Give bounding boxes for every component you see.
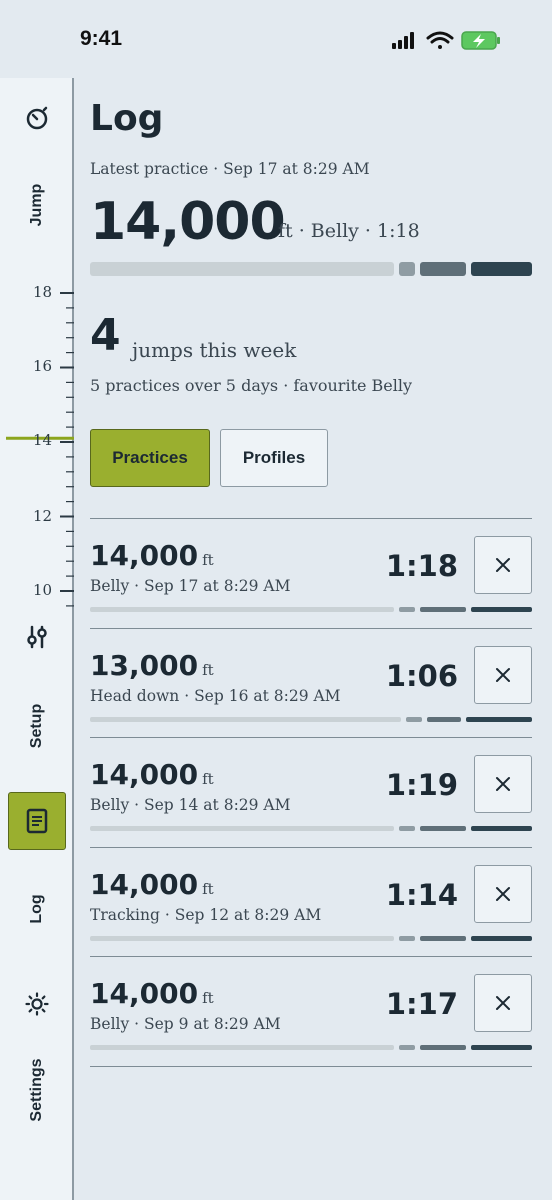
altitude-tick-label: 18 xyxy=(33,283,53,301)
phase-segment-canopy xyxy=(466,716,532,722)
altitude-tick-label: 16 xyxy=(33,357,53,375)
practice-phase-bar xyxy=(90,935,532,941)
practice-subtitle: Belly · Sep 9 at 8:29 AM xyxy=(90,1015,281,1033)
phase-segment-freefall xyxy=(420,607,466,612)
phase-segment-freefall xyxy=(427,716,461,722)
practice-altitude: 14,000 ft xyxy=(90,867,214,901)
practice-duration: 1:17 xyxy=(385,987,458,1021)
practice-row[interactable]: 14,000 ft Belly · Sep 17 at 8:29 AM 1:18 xyxy=(90,519,532,629)
phase-segment-exit xyxy=(399,1045,415,1050)
battery-charging-icon xyxy=(461,31,500,50)
practice-duration: 1:06 xyxy=(385,658,458,693)
tab-practices[interactable]: Practices xyxy=(90,429,210,487)
sidebar-item-log[interactable]: Log xyxy=(28,894,46,923)
practice-row[interactable]: 13,000 ft Head down · Sep 16 at 8:29 AM 1… xyxy=(90,629,532,738)
delete-practice-button[interactable] xyxy=(474,864,532,923)
practice-altitude: 14,000 ft xyxy=(90,758,214,791)
sidebar-item-jump[interactable]: Jump xyxy=(28,184,46,227)
practice-subtitle: Belly · Sep 17 at 8:29 AM xyxy=(90,577,291,595)
latest-practice-label: Latest practice · Sep 17 at 8:29 AM xyxy=(90,160,370,178)
close-icon xyxy=(496,667,510,682)
altitude-unit: ft xyxy=(202,770,214,788)
phase-segment-exit xyxy=(399,607,415,612)
phase-segment-freefall xyxy=(420,935,466,941)
practice-phase-bar xyxy=(90,716,532,722)
phase-segment-canopy xyxy=(471,607,532,612)
practice-subtitle: Head down · Sep 16 at 8:29 AM xyxy=(90,686,341,705)
phase-segment-canopy xyxy=(471,935,532,941)
altitude-unit: ft xyxy=(202,879,214,898)
practice-duration: 1:19 xyxy=(385,768,458,802)
sidebar-item-setup[interactable]: Setup xyxy=(28,704,46,748)
practice-row[interactable]: 14,000 ft Belly · Sep 9 at 8:29 AM 1:17 xyxy=(90,957,532,1067)
altitude-tick-label: 10 xyxy=(33,581,53,599)
delete-practice-button[interactable] xyxy=(474,974,532,1032)
latest-meta: ft · Belly · 1:18 xyxy=(278,220,420,242)
week-jump-count: 4 xyxy=(90,310,121,361)
practice-duration: 1:18 xyxy=(385,549,458,583)
practice-phase-bar xyxy=(90,1045,532,1050)
phase-segment-exit xyxy=(406,716,422,722)
wifi-icon xyxy=(426,31,454,49)
stopwatch-icon[interactable] xyxy=(22,103,52,133)
altitude-tick-label: 14 xyxy=(33,431,53,449)
practice-list: 14,000 ft Belly · Sep 17 at 8:29 AM 1:18 … xyxy=(90,518,532,1067)
practice-subtitle: Belly · Sep 14 at 8:29 AM xyxy=(90,796,291,814)
practice-phase-bar xyxy=(90,607,532,612)
close-icon xyxy=(496,777,510,791)
delete-practice-button[interactable] xyxy=(474,755,532,813)
altitude-unit: ft xyxy=(202,660,214,679)
document-icon xyxy=(26,808,48,834)
close-icon xyxy=(496,558,510,572)
phase-segment-exit xyxy=(399,826,415,831)
altitude-tick-label: 12 xyxy=(33,507,53,525)
practice-duration: 1:14 xyxy=(385,877,458,912)
phase-segment-canopy xyxy=(471,826,532,831)
phase-segment-climb xyxy=(90,262,394,276)
latest-altitude: 14,000 xyxy=(90,192,286,252)
phase-segment-exit xyxy=(399,262,415,276)
phase-segment-exit xyxy=(399,935,415,941)
close-icon xyxy=(496,996,510,1010)
sun-gear-icon[interactable] xyxy=(22,989,52,1019)
page-title: Log xyxy=(90,98,164,139)
sidebar-item-log-button[interactable] xyxy=(8,792,66,850)
status-icons xyxy=(392,31,500,50)
status-time: 9:41 xyxy=(80,27,123,50)
practice-row[interactable]: 14,000 ft Belly · Sep 14 at 8:29 AM 1:19 xyxy=(90,738,532,848)
delete-practice-button[interactable] xyxy=(474,536,532,594)
altitude-unit: ft xyxy=(202,551,214,569)
sliders-icon[interactable] xyxy=(22,622,52,652)
practice-altitude: 14,000 ft xyxy=(90,539,214,572)
sidebar-item-settings[interactable]: Settings xyxy=(28,1058,46,1121)
status-bar: 9:41 xyxy=(0,0,552,78)
phase-segment-freefall xyxy=(420,1045,466,1050)
practice-altitude: 13,000 ft xyxy=(90,648,214,682)
phase-segment-freefall xyxy=(420,826,466,831)
phase-segment-climb xyxy=(90,716,401,722)
latest-phase-bar xyxy=(90,262,532,276)
phase-segment-climb xyxy=(90,826,394,831)
practice-row[interactable]: 14,000 ft Tracking · Sep 12 at 8:29 AM 1:… xyxy=(90,848,532,957)
altitude-unit: ft xyxy=(202,989,214,1007)
close-icon xyxy=(496,886,510,901)
sidebar: Jump 18 16 14 12 10 Setup Log Settings xyxy=(0,78,74,1200)
cellular-signal-icon xyxy=(392,32,414,49)
phase-segment-climb xyxy=(90,935,394,941)
phase-segment-climb xyxy=(90,1045,394,1050)
tab-profiles[interactable]: Profiles xyxy=(220,429,328,487)
phase-segment-freefall xyxy=(420,262,466,276)
phase-segment-climb xyxy=(90,607,394,612)
week-summary: 5 practices over 5 days · favourite Bell… xyxy=(90,376,413,395)
phase-segment-canopy xyxy=(471,262,532,276)
practice-subtitle: Tracking · Sep 12 at 8:29 AM xyxy=(90,905,322,924)
week-jump-label: jumps this week xyxy=(132,338,297,362)
log-tabs: Practices Profiles xyxy=(90,429,328,487)
delete-practice-button[interactable] xyxy=(474,645,532,704)
practice-phase-bar xyxy=(90,826,532,831)
phase-segment-canopy xyxy=(471,1045,532,1050)
practice-altitude: 14,000 ft xyxy=(90,977,214,1010)
